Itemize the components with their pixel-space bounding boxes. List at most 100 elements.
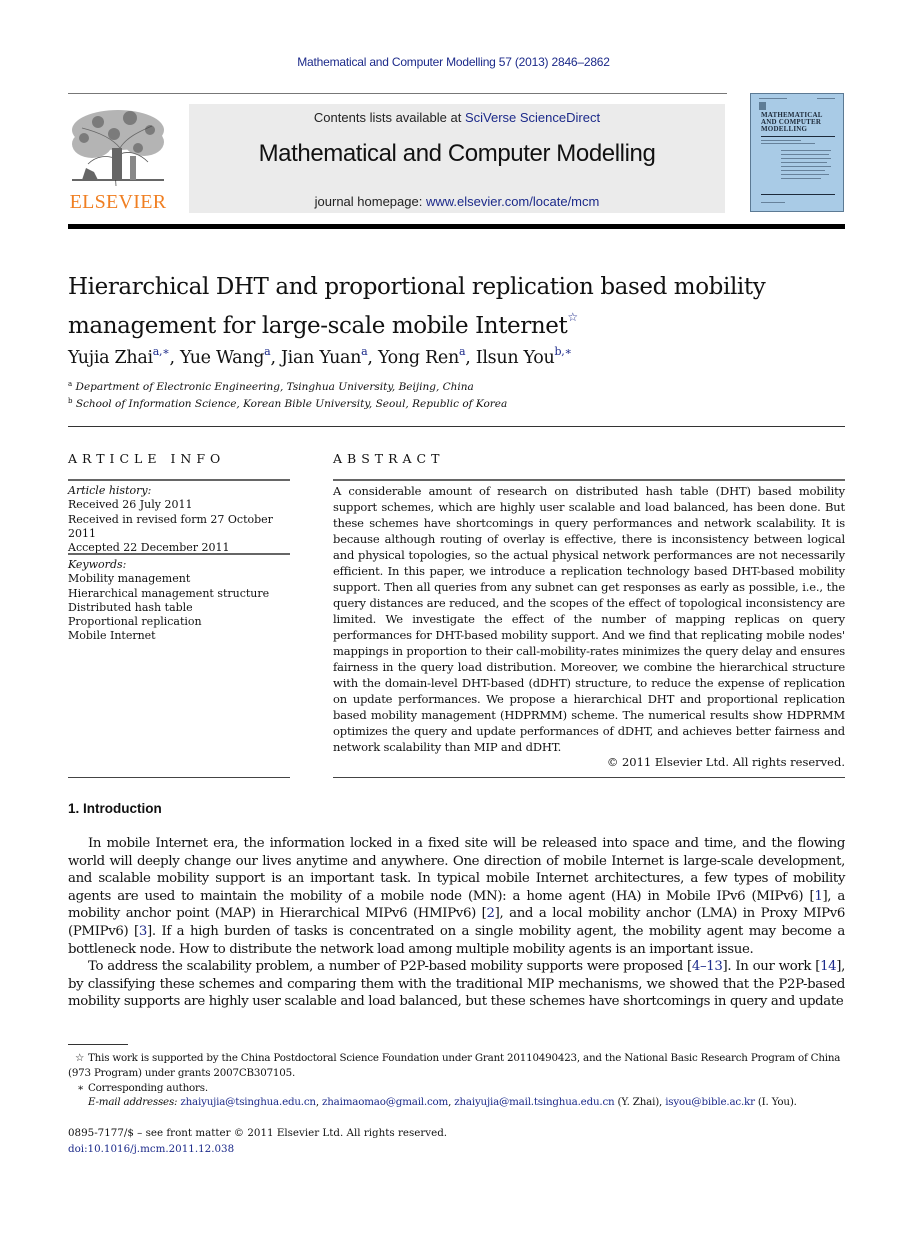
affiliation-mark: a bbox=[68, 380, 73, 388]
keywords: Keywords: Mobility management Hierarchic… bbox=[68, 558, 293, 644]
publisher-name: ELSEVIER bbox=[69, 191, 167, 213]
info-rule bbox=[68, 553, 290, 555]
keyword: Distributed hash table bbox=[68, 600, 193, 614]
title-line: management for large-scale mobile Intern… bbox=[68, 302, 848, 341]
cover-detail bbox=[781, 154, 829, 155]
masthead-rule bbox=[68, 224, 845, 229]
journal-cover-thumbnail[interactable]: MATHEMATICAL AND COMPUTER MODELLING bbox=[750, 93, 844, 212]
email-link[interactable]: isyou@bible.ac.kr bbox=[665, 1096, 755, 1108]
email-link[interactable]: zhaiyujia@tsinghua.edu.cn bbox=[180, 1096, 316, 1108]
issn-line: 0895-7177/$ – see front matter © 2011 El… bbox=[68, 1127, 448, 1139]
footnote-rule bbox=[68, 1044, 128, 1045]
cover-title-line: MODELLING bbox=[761, 125, 808, 133]
cover-detail bbox=[781, 178, 821, 179]
corresponding-footnote: ∗ Corresponding authors. bbox=[68, 1081, 845, 1096]
cover-detail bbox=[761, 143, 815, 144]
citation-link[interactable]: 4–13 bbox=[692, 959, 723, 974]
cover-title: MATHEMATICAL AND COMPUTER MODELLING bbox=[761, 112, 823, 133]
cover-detail bbox=[781, 174, 829, 175]
tree-icon bbox=[72, 110, 164, 187]
affiliation-text: School of Information Science, Korean Bi… bbox=[75, 398, 508, 410]
paragraph-text: To address the scalability problem, a nu… bbox=[88, 959, 692, 975]
email-sep: (Y. Zhai), bbox=[614, 1096, 666, 1109]
title-text: management for large-scale mobile Intern… bbox=[68, 313, 568, 339]
history-label: Article history: bbox=[68, 484, 152, 497]
footnotes: ☆ This work is supported by the China Pos… bbox=[68, 1051, 845, 1110]
article-history: Article history: Received 26 July 2011 R… bbox=[68, 484, 293, 555]
section-rule bbox=[68, 426, 845, 427]
keyword: Mobility management bbox=[68, 572, 191, 586]
doi-link[interactable]: doi:10.1016/j.mcm.2011.12.038 bbox=[68, 1141, 447, 1157]
author-name: Yue Wang bbox=[179, 348, 265, 368]
keyword: Mobile Internet bbox=[68, 629, 156, 643]
cover-rule bbox=[761, 136, 835, 137]
paper-title: Hierarchical DHT and proportional replic… bbox=[68, 272, 848, 341]
history-item: Received 26 July 2011 bbox=[68, 498, 193, 512]
corresponding-text: Corresponding authors. bbox=[88, 1081, 208, 1094]
author-name: Jian Yuan bbox=[280, 348, 362, 368]
abstract-rule bbox=[333, 777, 845, 778]
header-rule bbox=[68, 93, 727, 94]
abstract-heading: ABSTRACT bbox=[333, 451, 445, 466]
email-label: E-mail addresses: bbox=[88, 1096, 178, 1109]
abstract-text: A considerable amount of research on dis… bbox=[333, 484, 845, 754]
title-line: Hierarchical DHT and proportional replic… bbox=[68, 274, 766, 300]
abstract-rule bbox=[333, 479, 845, 481]
keywords-label: Keywords: bbox=[68, 558, 127, 571]
cover-detail bbox=[759, 98, 787, 99]
title-footnote-mark[interactable]: ☆ bbox=[567, 310, 578, 324]
contents-line: Contents lists available at SciVerse Sci… bbox=[189, 110, 725, 125]
info-rule bbox=[68, 777, 290, 778]
running-head[interactable]: Mathematical and Computer Modelling 57 (… bbox=[0, 55, 907, 69]
introduction-body: In mobile Internet era, the information … bbox=[68, 835, 845, 1011]
paragraph-text: ]. In our work [ bbox=[722, 959, 821, 975]
cover-logo-icon bbox=[759, 102, 766, 110]
author-name: Yong Ren bbox=[377, 348, 459, 368]
homepage-line: journal homepage: www.elsevier.com/locat… bbox=[189, 194, 725, 209]
cover-detail bbox=[761, 140, 801, 141]
sciencedirect-link[interactable]: SciVerse ScienceDirect bbox=[465, 110, 600, 125]
email-footnote: E-mail addresses: zhaiyujia@tsinghua.edu… bbox=[68, 1095, 845, 1110]
keyword: Proportional replication bbox=[68, 615, 202, 629]
elsevier-logo[interactable]: ELSEVIER bbox=[68, 104, 168, 214]
author-affiliation-mark[interactable]: a,∗ bbox=[153, 345, 170, 358]
homepage-prefix: journal homepage: bbox=[314, 194, 426, 209]
author-list: Yujia Zhaia,∗, Yue Wanga, Jian Yuana, Yo… bbox=[68, 345, 572, 368]
affiliation-text: Department of Electronic Engineering, Ts… bbox=[75, 381, 474, 393]
cover-rule bbox=[761, 194, 835, 195]
footnote-mark: ∗ bbox=[77, 1081, 84, 1094]
citation-link[interactable]: 2 bbox=[487, 906, 495, 921]
footnote-mark: ☆ bbox=[74, 1052, 84, 1064]
paragraph: To address the scalability problem, a nu… bbox=[68, 958, 845, 1011]
journal-masthead: Contents lists available at SciVerse Sci… bbox=[189, 104, 725, 213]
funding-text: This work is supported by the China Post… bbox=[68, 1052, 841, 1079]
cover-detail bbox=[817, 98, 835, 99]
history-item: Received in revised form 27 October 2011 bbox=[68, 512, 273, 540]
paragraph-text: In mobile Internet era, the information … bbox=[68, 836, 845, 904]
citation-link[interactable]: 3 bbox=[139, 924, 147, 939]
journal-title: Mathematical and Computer Modelling bbox=[258, 140, 656, 167]
front-matter: 0895-7177/$ – see front matter © 2011 El… bbox=[68, 1125, 447, 1157]
cover-detail bbox=[781, 166, 831, 167]
author-name: Ilsun You bbox=[475, 348, 555, 368]
author-separator: , bbox=[169, 348, 180, 368]
author-separator: , bbox=[465, 348, 476, 368]
email-link[interactable]: zhaimaomao@gmail.com bbox=[322, 1096, 448, 1108]
affiliation-mark: b bbox=[68, 397, 73, 405]
journal-homepage-link[interactable]: www.elsevier.com/locate/mcm bbox=[426, 194, 599, 209]
cover-detail bbox=[781, 162, 827, 163]
cover-detail bbox=[781, 170, 825, 171]
keyword: Hierarchical management structure bbox=[68, 586, 270, 600]
funding-footnote: ☆ This work is supported by the China Pos… bbox=[68, 1051, 845, 1081]
info-rule bbox=[68, 479, 290, 481]
email-link[interactable]: zhaiyujia@mail.tsinghua.edu.cn bbox=[454, 1096, 614, 1108]
abstract-copyright: © 2011 Elsevier Ltd. All rights reserved… bbox=[606, 755, 845, 769]
cover-detail bbox=[781, 150, 831, 151]
paragraph-text: ]. If a high burden of tasks is concentr… bbox=[68, 923, 845, 957]
contents-prefix: Contents lists available at bbox=[313, 110, 465, 125]
affiliation: b School of Information Science, Korean … bbox=[68, 397, 507, 410]
cover-detail bbox=[761, 202, 785, 203]
affiliation: a Department of Electronic Engineering, … bbox=[68, 380, 474, 393]
citation-link[interactable]: 14 bbox=[820, 959, 837, 974]
author-affiliation-mark[interactable]: b,∗ bbox=[555, 345, 572, 358]
